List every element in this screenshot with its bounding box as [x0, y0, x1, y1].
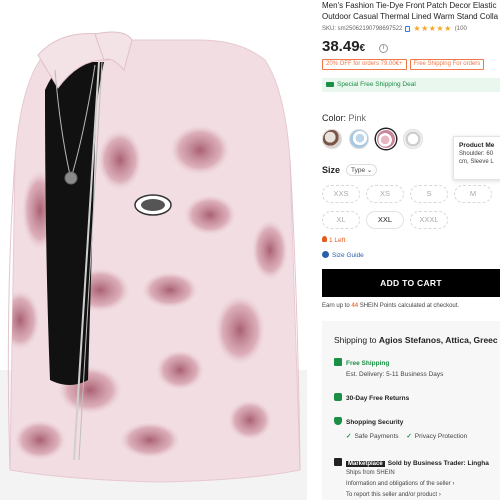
blue-swatch[interactable]: [349, 129, 369, 149]
delivery-estimate: Est. Delivery: 5-11 Business Days: [346, 371, 444, 378]
return-icon: [334, 393, 342, 401]
size-type-dropdown[interactable]: Type ⌄: [346, 164, 378, 176]
seller-info-text: Information and obligations of the selle…: [346, 481, 451, 487]
truck-icon: [326, 81, 334, 87]
info-icon[interactable]: i: [379, 44, 388, 53]
add-to-cart-button[interactable]: ADD TO CART: [322, 269, 500, 297]
tooltip-title: Product Me: [459, 142, 495, 149]
brown-swatch[interactable]: [322, 129, 342, 149]
shield-icon: [334, 417, 342, 425]
ships-from-text: Ships from SHEIN: [346, 470, 395, 476]
pink-swatch[interactable]: [376, 129, 396, 149]
reviews-count[interactable]: (100: [455, 26, 467, 32]
chevron-right-icon: ›: [438, 492, 441, 498]
price: 38.49€: [322, 38, 365, 55]
size-xs[interactable]: XS: [366, 185, 404, 203]
ships-from: Ships from SHEIN: [346, 469, 395, 476]
size-m[interactable]: M: [454, 185, 492, 203]
price-amount: 38.49: [322, 38, 360, 55]
shipping-deal-banner[interactable]: Special Free Shipping Deal: [322, 78, 500, 92]
chevron-down-icon: ⌄: [366, 167, 373, 174]
sku-text: SKU: sm25062190798697522: [322, 25, 403, 32]
product-title-line1: Men's Fashion Tie-Dye Front Patch Decor …: [322, 1, 497, 10]
privacy-protection: Privacy Protection: [414, 433, 468, 440]
shipping-box: Shipping to Agios Stefanos, Attica, Gree…: [322, 321, 500, 500]
size-xxs[interactable]: XXS: [322, 185, 360, 203]
size-xxl[interactable]: XXL: [366, 211, 404, 229]
report-seller-text: To report this seller and/or product: [346, 492, 438, 498]
points-suffix: SHEIN Points calculated at checkout.: [359, 303, 460, 309]
product-measurements-tooltip: Product Me Shoulder: 60 cm, Sleeve L: [453, 136, 500, 180]
stock-note: 1 Left: [322, 236, 345, 244]
rating-stars[interactable]: ★★★★★: [413, 24, 451, 33]
sku-rating-row: SKU: sm25062190798697522 ★★★★★ (100: [322, 24, 500, 33]
returns-label: 30-Day Free Returns: [346, 395, 410, 402]
points-note: Earn up to 44 SHEIN Points calculated at…: [322, 303, 459, 309]
copy-icon[interactable]: [405, 25, 411, 32]
store-icon: [334, 458, 342, 466]
returns-row[interactable]: 30-Day Free Returns: [334, 393, 409, 402]
security-row[interactable]: Shopping Security: [334, 417, 403, 426]
seller-info-link[interactable]: Information and obligations of the selle…: [346, 480, 455, 487]
color-label-text: Color:: [322, 113, 347, 123]
jacket-illustration: [7, 31, 301, 483]
truck-icon: [334, 358, 342, 366]
size-xl[interactable]: XL: [322, 211, 360, 229]
security-features: ✓ Safe Payments ✓ Privacy Protection: [346, 432, 467, 440]
stock-note-text: 1 Left: [329, 237, 346, 244]
promo-discount[interactable]: 20% OFF for orders 79.00€+: [322, 59, 407, 70]
shipping-title[interactable]: Shipping to Agios Stefanos, Attica, Gree…: [334, 335, 500, 345]
free-shipping-label: Free Shipping: [346, 360, 390, 367]
size-xxxl[interactable]: XXXL: [410, 211, 448, 229]
promo-free-shipping[interactable]: Free Shipping For orders: [409, 59, 485, 70]
size-s[interactable]: S: [410, 185, 448, 203]
color-value: Pink: [348, 113, 367, 123]
seller-row[interactable]: Marketplace Sold by Business Trader: Ling…: [334, 458, 489, 467]
report-seller-link[interactable]: To report this seller and/or product ›: [346, 491, 441, 498]
free-shipping-row: Free Shipping: [334, 358, 389, 367]
delivery-row: Est. Delivery: 5-11 Business Days: [346, 371, 443, 378]
size-guide-text: Size Guide: [332, 252, 364, 259]
tooltip-line1: Shoulder: 60: [459, 151, 494, 157]
check-icon: ✓: [346, 433, 352, 440]
color-label: Color: Pink: [322, 113, 366, 123]
product-info-panel: Men's Fashion Tie-Dye Front Patch Decor …: [322, 0, 500, 500]
size-guide-link[interactable]: Size Guide: [322, 251, 364, 259]
marketplace-badge: Marketplace: [346, 461, 385, 467]
price-currency: €: [359, 43, 366, 54]
points-prefix: Earn up to: [322, 303, 350, 309]
tooltip-line2: cm, Sleeve L: [459, 159, 494, 165]
shipping-location: Agios Stefanos, Attica, Greec: [378, 335, 498, 345]
promo-row: 20% OFF for orders 79.00€+ Free Shipping…: [322, 59, 485, 70]
points-value: 44: [351, 303, 359, 309]
product-title-line2: Outdoor Casual Thermal Lined Warm Stand …: [322, 12, 499, 21]
size-label: Size: [322, 165, 341, 175]
color-swatches: [322, 129, 423, 149]
grey-swatch[interactable]: [403, 129, 423, 149]
product-image[interactable]: [0, 0, 307, 500]
chevron-right-icon: ›: [452, 481, 455, 487]
ruler-icon: [322, 251, 329, 258]
shipping-title-prefix: Shipping to: [334, 335, 377, 345]
size-header: Size Type ⌄: [322, 164, 378, 176]
flame-icon: [322, 236, 327, 242]
security-label: Shopping Security: [346, 419, 404, 426]
size-type-label: Type: [351, 167, 366, 174]
sold-by: Sold by Business Trader: Lingha: [387, 460, 489, 467]
shipping-deal-text: Special Free Shipping Deal: [337, 81, 416, 88]
check-icon: ✓: [406, 433, 412, 440]
safe-payments: Safe Payments: [354, 433, 399, 440]
